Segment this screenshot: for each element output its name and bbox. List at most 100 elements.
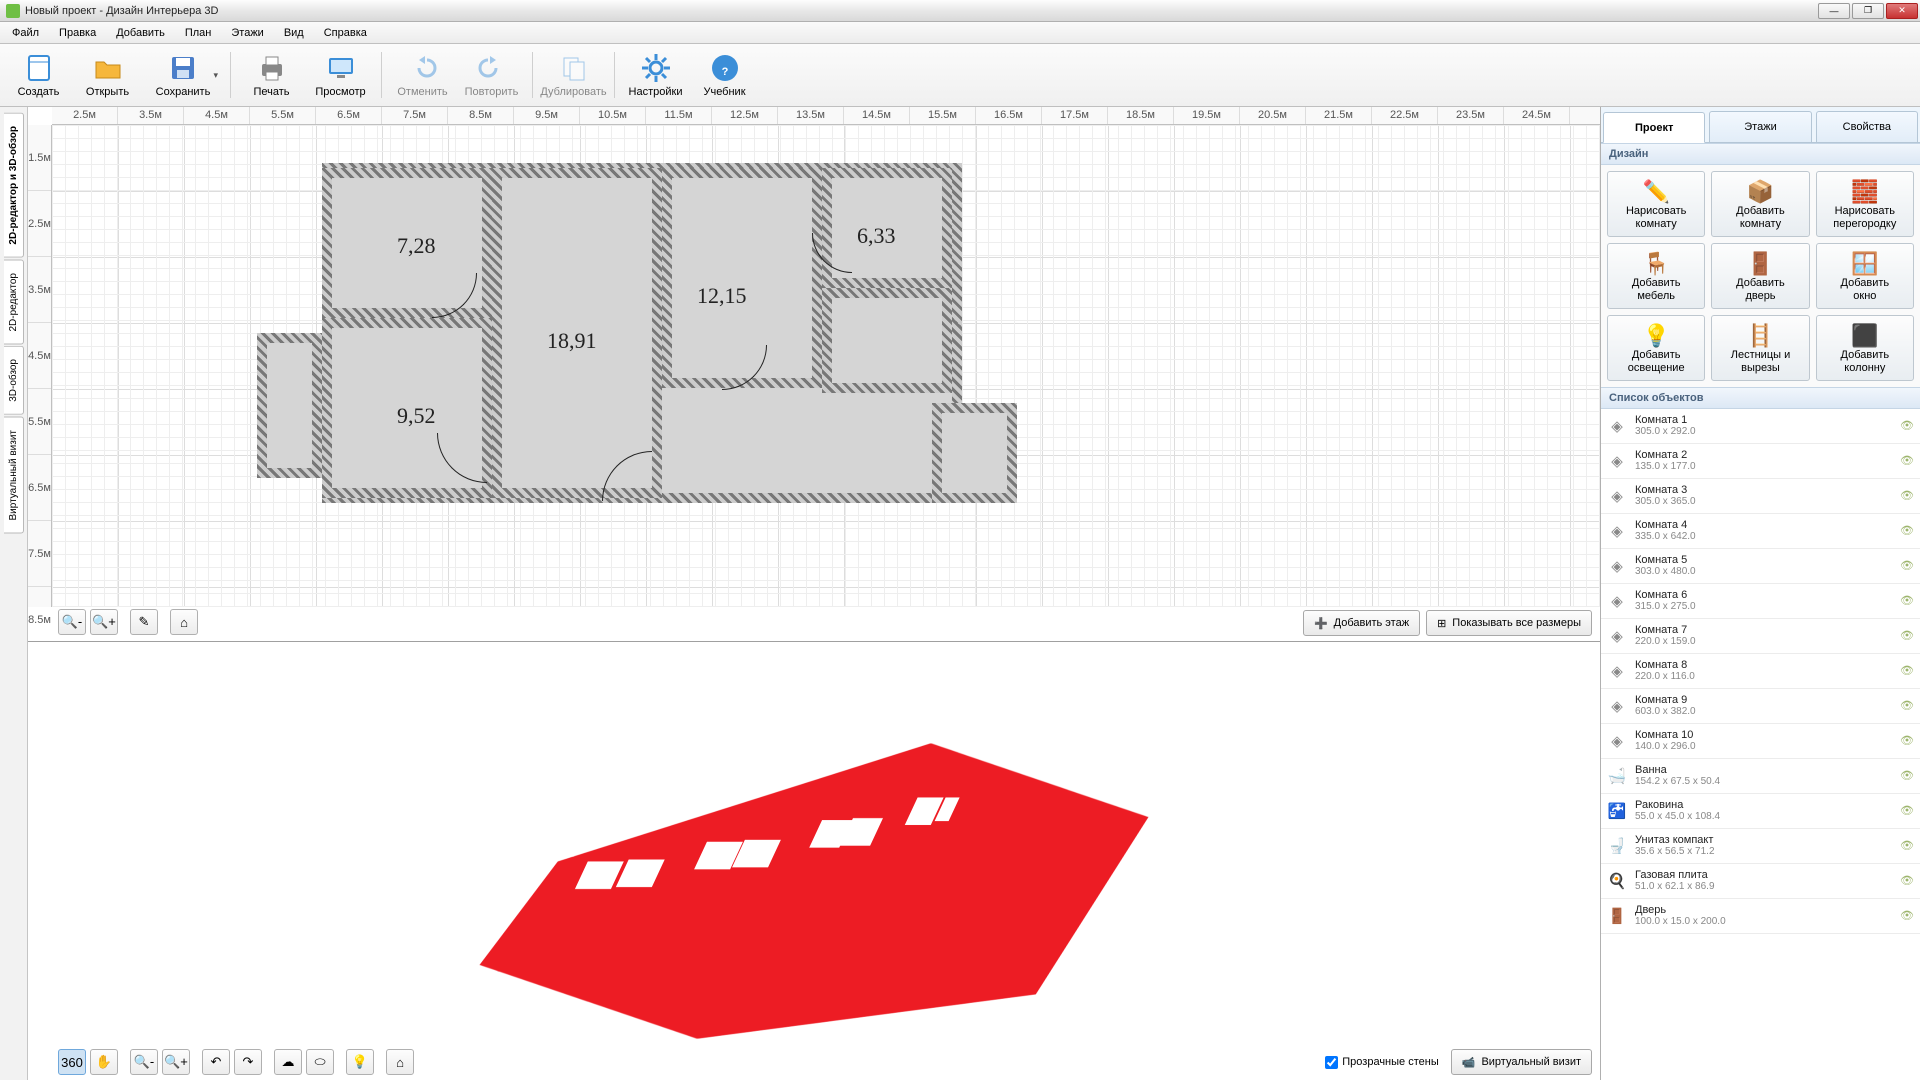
zoom-3d-in-button[interactable]: 🔍+ [162, 1049, 190, 1075]
object-item[interactable]: 🚰Раковина55.0 x 45.0 x 108.4👁 [1601, 794, 1920, 829]
zoom-out-button[interactable]: 🔍- [58, 609, 86, 635]
visibility-icon[interactable]: 👁 [1900, 559, 1914, 573]
floor-toggle-button[interactable]: ⬭ [306, 1049, 334, 1075]
left-tab-0[interactable]: 2D-редактор и 3D-обзор [4, 113, 24, 258]
left-tab-2[interactable]: 3D-обзор [4, 346, 24, 415]
rotate-left-button[interactable]: ↶ [202, 1049, 230, 1075]
ruler-vertical: 1.5м2.5м3.5м4.5м5.5м6.5м7.5м8.5м [28, 125, 52, 607]
toolbar-settings[interactable]: Настройки [623, 48, 688, 102]
object-item[interactable]: ◈Комната 2135.0 x 177.0👁 [1601, 444, 1920, 479]
home-2d-button[interactable]: ⌂ [170, 609, 198, 635]
menu-добавить[interactable]: Добавить [108, 25, 173, 41]
object-item[interactable]: ◈Комната 4335.0 x 642.0👁 [1601, 514, 1920, 549]
visibility-icon[interactable]: 👁 [1900, 909, 1914, 923]
menu-правка[interactable]: Правка [51, 25, 104, 41]
object-icon: 🚰 [1607, 801, 1627, 821]
design-btn-вырезы[interactable]: 🪜Лестницы ивырезы [1711, 315, 1809, 381]
visibility-icon[interactable]: 👁 [1900, 804, 1914, 818]
design-btn-освещение[interactable]: 💡Добавитьосвещение [1607, 315, 1705, 381]
visibility-icon[interactable]: 👁 [1900, 454, 1914, 468]
add-floor-button[interactable]: ➕Добавить этаж [1303, 610, 1420, 636]
object-item[interactable]: ◈Комната 5303.0 x 480.0👁 [1601, 549, 1920, 584]
gear-icon [640, 52, 672, 84]
menu-вид[interactable]: Вид [276, 25, 312, 41]
left-tab-1[interactable]: 2D-редактор [4, 260, 24, 345]
object-item[interactable]: ◈Комната 10140.0 x 296.0👁 [1601, 724, 1920, 759]
model-3d[interactable] [445, 743, 1183, 1038]
visibility-icon[interactable]: 👁 [1900, 699, 1914, 713]
visibility-icon[interactable]: 👁 [1900, 629, 1914, 643]
design-icon: 🚪 [1745, 250, 1775, 276]
rp-tab-Этажи[interactable]: Этажи [1709, 111, 1811, 142]
visibility-icon[interactable]: 👁 [1900, 839, 1914, 853]
object-item[interactable]: ◈Комната 8220.0 x 116.0👁 [1601, 654, 1920, 689]
toolbar-print[interactable]: Печать [239, 48, 304, 102]
design-btn-окно[interactable]: 🪟Добавитьокно [1816, 243, 1914, 309]
object-item[interactable]: 🚪Дверь100.0 x 15.0 x 200.0👁 [1601, 899, 1920, 934]
object-item[interactable]: ◈Комната 6315.0 x 275.0👁 [1601, 584, 1920, 619]
design-icon: 🪑 [1641, 250, 1671, 276]
virtual-visit-button[interactable]: 📹Виртуальный визит [1451, 1049, 1592, 1075]
visibility-icon[interactable]: 👁 [1900, 524, 1914, 538]
canvas-2d[interactable]: 2.5м3.5м4.5м5.5м6.5м7.5м8.5м9.5м10.5м11.… [28, 107, 1600, 642]
toolbar-open[interactable]: Открыть [75, 48, 140, 102]
lights-button[interactable]: 💡 [346, 1049, 374, 1075]
minimize-button[interactable]: — [1818, 3, 1850, 19]
printer-icon [256, 52, 288, 84]
close-button[interactable]: ✕ [1886, 3, 1918, 19]
toolbar-preview[interactable]: Просмотр [308, 48, 373, 102]
toolbar-create[interactable]: Создать [6, 48, 71, 102]
visibility-icon[interactable]: 👁 [1900, 664, 1914, 678]
visibility-icon[interactable]: 👁 [1900, 734, 1914, 748]
design-btn-комнату[interactable]: ✏️Нарисоватькомнату [1607, 171, 1705, 237]
rotate-right-button[interactable]: ↷ [234, 1049, 262, 1075]
menu-план[interactable]: План [177, 25, 220, 41]
view360-button[interactable]: 360 [58, 1049, 86, 1075]
plan-area[interactable]: 7,289,5218,9112,156,33 [52, 125, 1600, 607]
object-icon: ◈ [1607, 696, 1627, 716]
visibility-icon[interactable]: 👁 [1900, 489, 1914, 503]
toolbar-save[interactable]: Сохранить▾ [144, 48, 222, 102]
toolbar-help[interactable]: ?Учебник [692, 48, 757, 102]
zoom-in-button[interactable]: 🔍+ [90, 609, 118, 635]
home-3d-button[interactable]: ⌂ [386, 1049, 414, 1075]
design-btn-мебель[interactable]: 🪑Добавитьмебель [1607, 243, 1705, 309]
object-item[interactable]: ◈Комната 1305.0 x 292.0👁 [1601, 409, 1920, 444]
toolbar: СоздатьОткрытьСохранить▾ ПечатьПросмотр От… [0, 44, 1920, 107]
transparent-walls-checkbox[interactable]: Прозрачные стены [1325, 1056, 1438, 1069]
object-icon: ◈ [1607, 486, 1627, 506]
visibility-icon[interactable]: 👁 [1900, 874, 1914, 888]
visibility-icon[interactable]: 👁 [1900, 769, 1914, 783]
show-dimensions-button[interactable]: ⊞Показывать все размеры [1426, 610, 1592, 636]
object-item[interactable]: ◈Комната 9603.0 x 382.0👁 [1601, 689, 1920, 724]
zoom-3d-out-button[interactable]: 🔍- [130, 1049, 158, 1075]
design-icon: 🪟 [1850, 250, 1880, 276]
object-item[interactable]: 🍳Газовая плита51.0 x 62.1 x 86.9👁 [1601, 864, 1920, 899]
maximize-button[interactable]: ❐ [1852, 3, 1884, 19]
canvas-3d[interactable]: 360 ✋ 🔍- 🔍+ ↶ ↷ ☁ ⬭ 💡 ⌂ Прозрачные стены [28, 642, 1600, 1080]
rp-tab-Свойства[interactable]: Свойства [1816, 111, 1918, 142]
menu-справка[interactable]: Справка [316, 25, 375, 41]
visibility-icon[interactable]: 👁 [1900, 594, 1914, 608]
design-btn-комнату[interactable]: 📦Добавитькомнату [1711, 171, 1809, 237]
canvas2d-toolbar: 🔍- 🔍+ ✎ ⌂ [58, 608, 198, 636]
toolbar-undo: Отменить [390, 48, 455, 102]
ceiling-toggle-button[interactable]: ☁ [274, 1049, 302, 1075]
design-btn-дверь[interactable]: 🚪Добавитьдверь [1711, 243, 1809, 309]
visibility-icon[interactable]: 👁 [1900, 419, 1914, 433]
design-btn-колонну[interactable]: ⬛Добавитьколонну [1816, 315, 1914, 381]
object-item[interactable]: 🛁Ванна154.2 x 67.5 x 50.4👁 [1601, 759, 1920, 794]
room-area-label: 9,52 [397, 403, 436, 429]
object-item[interactable]: ◈Комната 3305.0 x 365.0👁 [1601, 479, 1920, 514]
design-icon: 📦 [1745, 178, 1775, 204]
rp-tab-Проект[interactable]: Проект [1603, 112, 1705, 143]
object-item[interactable]: ◈Комната 7220.0 x 159.0👁 [1601, 619, 1920, 654]
object-item[interactable]: 🚽Унитаз компакт35.6 x 56.5 x 71.2👁 [1601, 829, 1920, 864]
hand-pan-button[interactable]: ✋ [90, 1049, 118, 1075]
object-list[interactable]: ◈Комната 1305.0 x 292.0👁◈Комната 2135.0 … [1601, 409, 1920, 1080]
design-btn-перегородку[interactable]: 🧱Нарисоватьперегородку [1816, 171, 1914, 237]
draw-button[interactable]: ✎ [130, 609, 158, 635]
left-tab-3[interactable]: Виртуальный визит [4, 417, 24, 534]
menu-этажи[interactable]: Этажи [223, 25, 271, 41]
menu-файл[interactable]: Файл [4, 25, 47, 41]
